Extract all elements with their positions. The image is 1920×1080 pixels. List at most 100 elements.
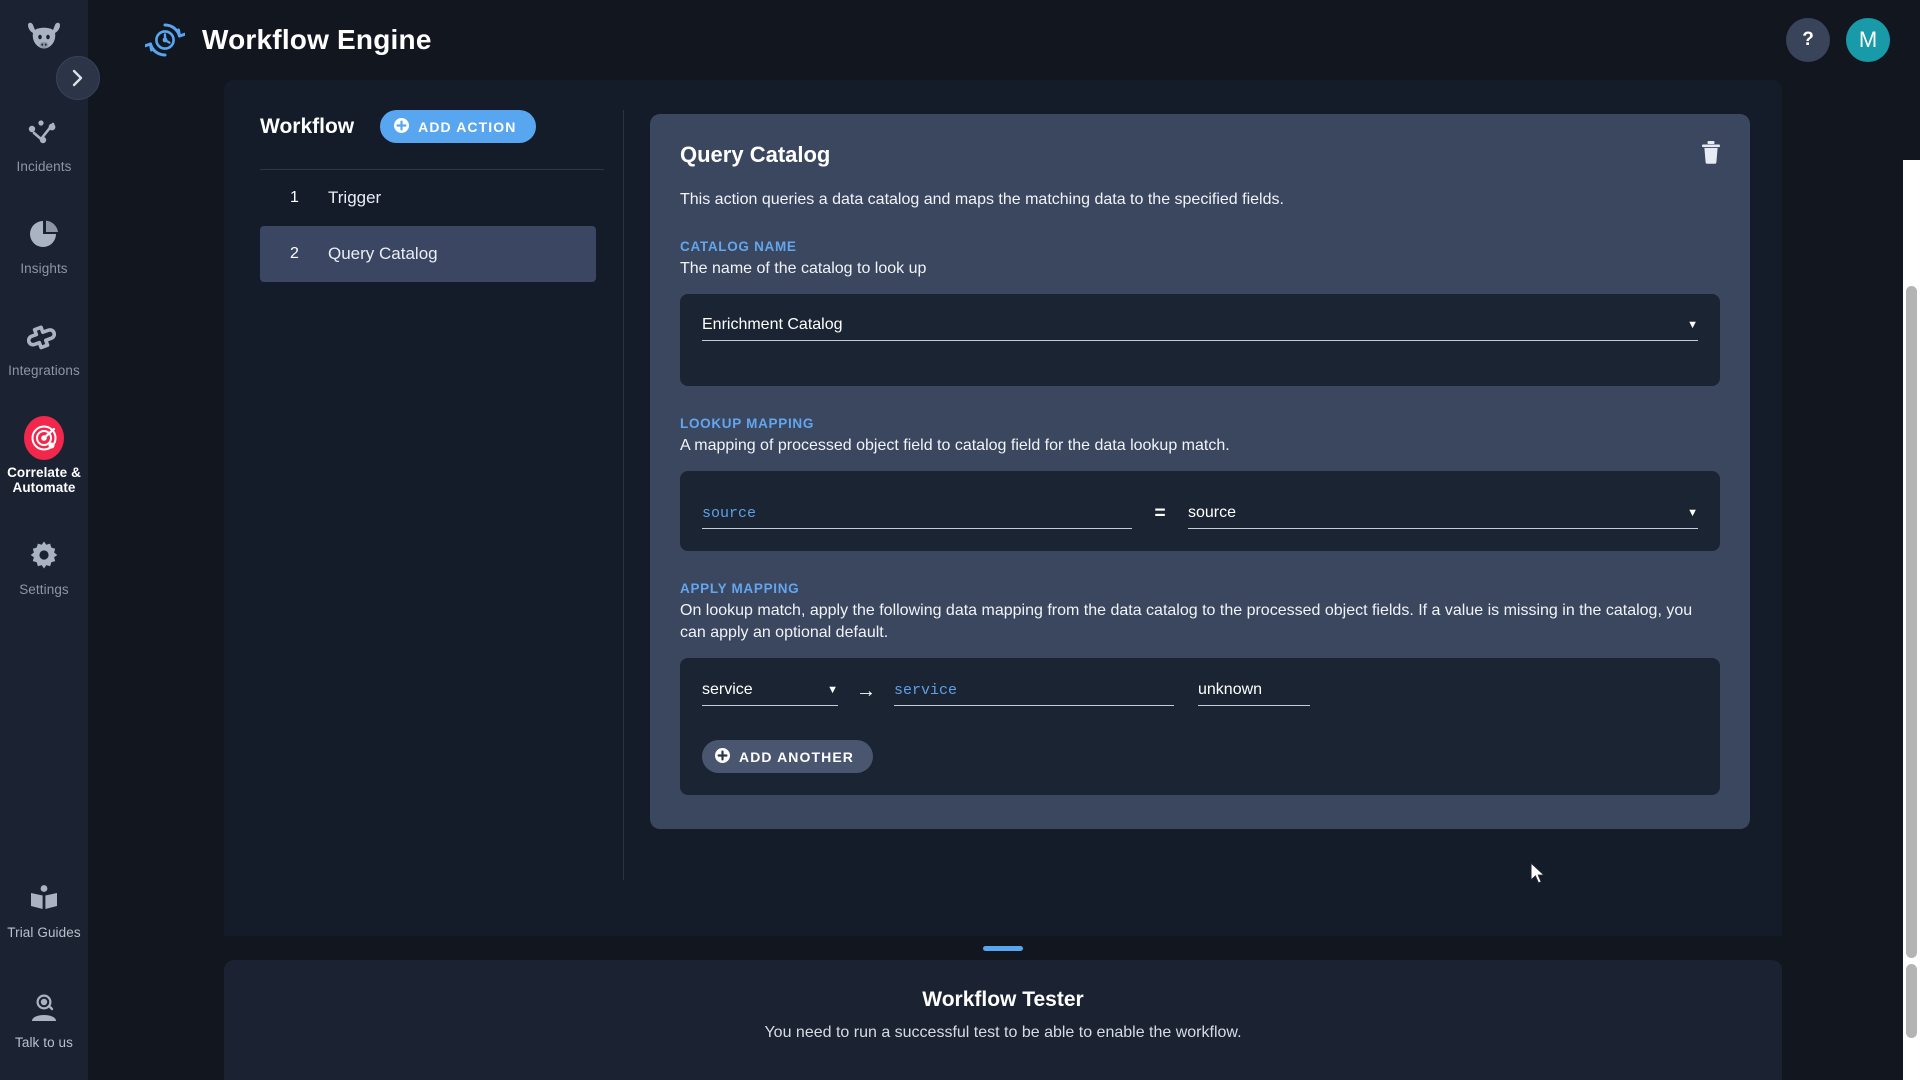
chevron-down-icon: ▼ (1687, 506, 1698, 519)
catalog-name-select[interactable]: Enrichment Catalog ▼ (702, 316, 1698, 341)
apply-default-value: unknown (1198, 681, 1263, 698)
plus-circle-icon (394, 117, 410, 136)
apply-value-text: service (894, 682, 958, 699)
panel-splitter[interactable] (224, 936, 1782, 960)
apply-mapping-row: service ▼ → service unknown (702, 680, 1698, 706)
gear-icon (24, 535, 64, 575)
add-action-button[interactable]: ADD ACTION (380, 110, 536, 143)
action-card: Query Catalog This action queries a data… (650, 114, 1750, 829)
main-content: Workflow ADD ACTION 1 Trigger 2 Query Ca… (88, 80, 1920, 1080)
lookup-mapping-subcard: source = source ▼ (680, 471, 1720, 551)
step-number: 1 (290, 189, 299, 206)
add-action-label: ADD ACTION (418, 118, 517, 135)
support-agent-icon (24, 988, 64, 1028)
workflow-title: Workflow (260, 114, 355, 138)
workflow-tester-panel: Workflow Tester You need to run a succes… (224, 960, 1782, 1080)
workflow-engine-icon (144, 19, 186, 61)
workflow-step-list: 1 Trigger 2 Query Catalog (260, 170, 596, 282)
sidebar-item-talk-to-us[interactable]: Talk to us (0, 978, 88, 1058)
app-root: Incidents Insights Integrations Correlat… (0, 0, 1920, 1080)
lookup-source-input[interactable]: source (702, 505, 1132, 529)
workflow-tester-subtitle: You need to run a successful test to be … (764, 1024, 1242, 1041)
target-radar-icon (24, 416, 64, 460)
step-label: Trigger (328, 188, 382, 207)
delete-action-button[interactable] (1700, 140, 1722, 169)
workflow-step-query-catalog[interactable]: 2 Query Catalog (260, 226, 596, 282)
sidebar-collapse-button[interactable] (56, 56, 100, 100)
lookup-mapping-help: A mapping of processed object field to c… (680, 437, 1230, 454)
sidebar-item-incidents[interactable]: Incidents (0, 102, 88, 182)
lookup-source-value: source (702, 505, 757, 522)
trash-icon (1702, 141, 1720, 164)
apply-arrow-icon: → (856, 680, 876, 702)
apply-key-wrap: service ▼ (702, 681, 838, 706)
chevron-down-icon: ▼ (827, 683, 838, 696)
sidebar-item-label: Correlate & Automate (7, 465, 81, 495)
catalog-name-subcard: Enrichment Catalog ▼ (680, 294, 1720, 386)
apply-default-input[interactable]: unknown (1198, 681, 1310, 706)
catalog-name-help: The name of the catalog to look up (680, 260, 927, 277)
help-button[interactable]: ? (1786, 18, 1830, 62)
apply-mapping-help: On lookup match, apply the following dat… (680, 602, 1693, 641)
sidebar-item-label: Trial Guides (7, 925, 81, 940)
top-bar-actions: ? M (1786, 18, 1890, 62)
step-number: 2 (290, 245, 299, 262)
add-another-button[interactable]: ADD ANOTHER (702, 740, 874, 773)
avatar[interactable]: M (1846, 18, 1890, 62)
lookup-catalog-field-wrap: source ▼ (1188, 504, 1698, 529)
catalog-name-label: CATALOG NAME (680, 239, 797, 254)
action-title: Query Catalog (680, 142, 831, 167)
apply-mapping-label: APPLY MAPPING (680, 581, 800, 596)
editor-scrollbar[interactable] (1903, 160, 1920, 1016)
apply-value-wrap: service (894, 682, 1174, 706)
splitter-grip[interactable] (983, 945, 1023, 951)
lookup-catalog-value: source (1188, 504, 1237, 521)
add-another-label: ADD ANOTHER (739, 748, 855, 765)
apply-default-wrap: unknown (1198, 681, 1310, 706)
sidebar-item-insights[interactable]: Insights (0, 204, 88, 284)
sidebar-item-label: Talk to us (14, 1035, 74, 1050)
catalog-name-value: Enrichment Catalog (702, 316, 843, 333)
integrations-link-icon (24, 316, 64, 356)
workflow-editor-panel: Workflow ADD ACTION 1 Trigger 2 Query Ca… (224, 80, 1782, 936)
left-nav-rail: Incidents Insights Integrations Correlat… (0, 0, 88, 1080)
column-divider (623, 110, 624, 880)
apply-key-select[interactable]: service ▼ (702, 681, 838, 706)
sidebar-item-trial-guides[interactable]: Trial Guides (0, 868, 88, 948)
workflow-tester-title: Workflow Tester (922, 988, 1084, 1011)
sidebar-item-label: Insights (20, 261, 68, 276)
apply-key-value: service (702, 681, 753, 698)
tester-scrollbar-thumb[interactable] (1906, 964, 1917, 1038)
top-bar: Workflow Engine ? M (88, 0, 1920, 80)
editor-scrollbar-thumb[interactable] (1906, 286, 1917, 958)
workflow-header: Workflow ADD ACTION (260, 110, 596, 143)
apply-mapping-subcard: service ▼ → service unknown ADD ANOTHER (680, 658, 1720, 795)
pie-chart-icon (24, 214, 64, 254)
workflow-steps-column: Workflow ADD ACTION 1 Trigger 2 Query Ca… (224, 80, 624, 936)
workflow-step-trigger[interactable]: 1 Trigger (260, 170, 596, 226)
sidebar-item-label: Settings (19, 582, 69, 597)
lookup-mapping-row: source = source ▼ (702, 493, 1698, 529)
action-config-column: Query Catalog This action queries a data… (624, 80, 1782, 936)
incidents-network-icon (24, 112, 64, 152)
sidebar-item-label: Integrations (8, 363, 80, 378)
cow-logo-icon[interactable] (16, 14, 72, 60)
rail-primary-items: Incidents Insights Integrations Correlat… (0, 102, 88, 627)
sidebar-item-integrations[interactable]: Integrations (0, 306, 88, 386)
sidebar-item-settings[interactable]: Settings (0, 525, 88, 605)
plus-circle-icon (715, 747, 730, 766)
lookup-catalog-select[interactable]: source ▼ (1188, 504, 1698, 529)
open-book-icon (24, 878, 64, 918)
apply-value-input[interactable]: service (894, 682, 1174, 706)
chevron-down-icon: ▼ (1687, 318, 1698, 331)
lookup-operator: = (1154, 503, 1166, 524)
sidebar-item-label: Incidents (16, 159, 72, 174)
sidebar-item-correlate-automate[interactable]: Correlate & Automate (0, 408, 88, 503)
tester-scrollbar[interactable] (1903, 960, 1920, 1080)
rail-bottom-items: Trial Guides Talk to us (0, 868, 88, 1058)
page-title: Workflow Engine (202, 24, 432, 55)
chevron-right-icon (72, 69, 83, 87)
lookup-source-field-wrap: source (702, 505, 1132, 529)
lookup-mapping-label: LOOKUP MAPPING (680, 416, 815, 431)
step-label: Query Catalog (328, 244, 438, 263)
